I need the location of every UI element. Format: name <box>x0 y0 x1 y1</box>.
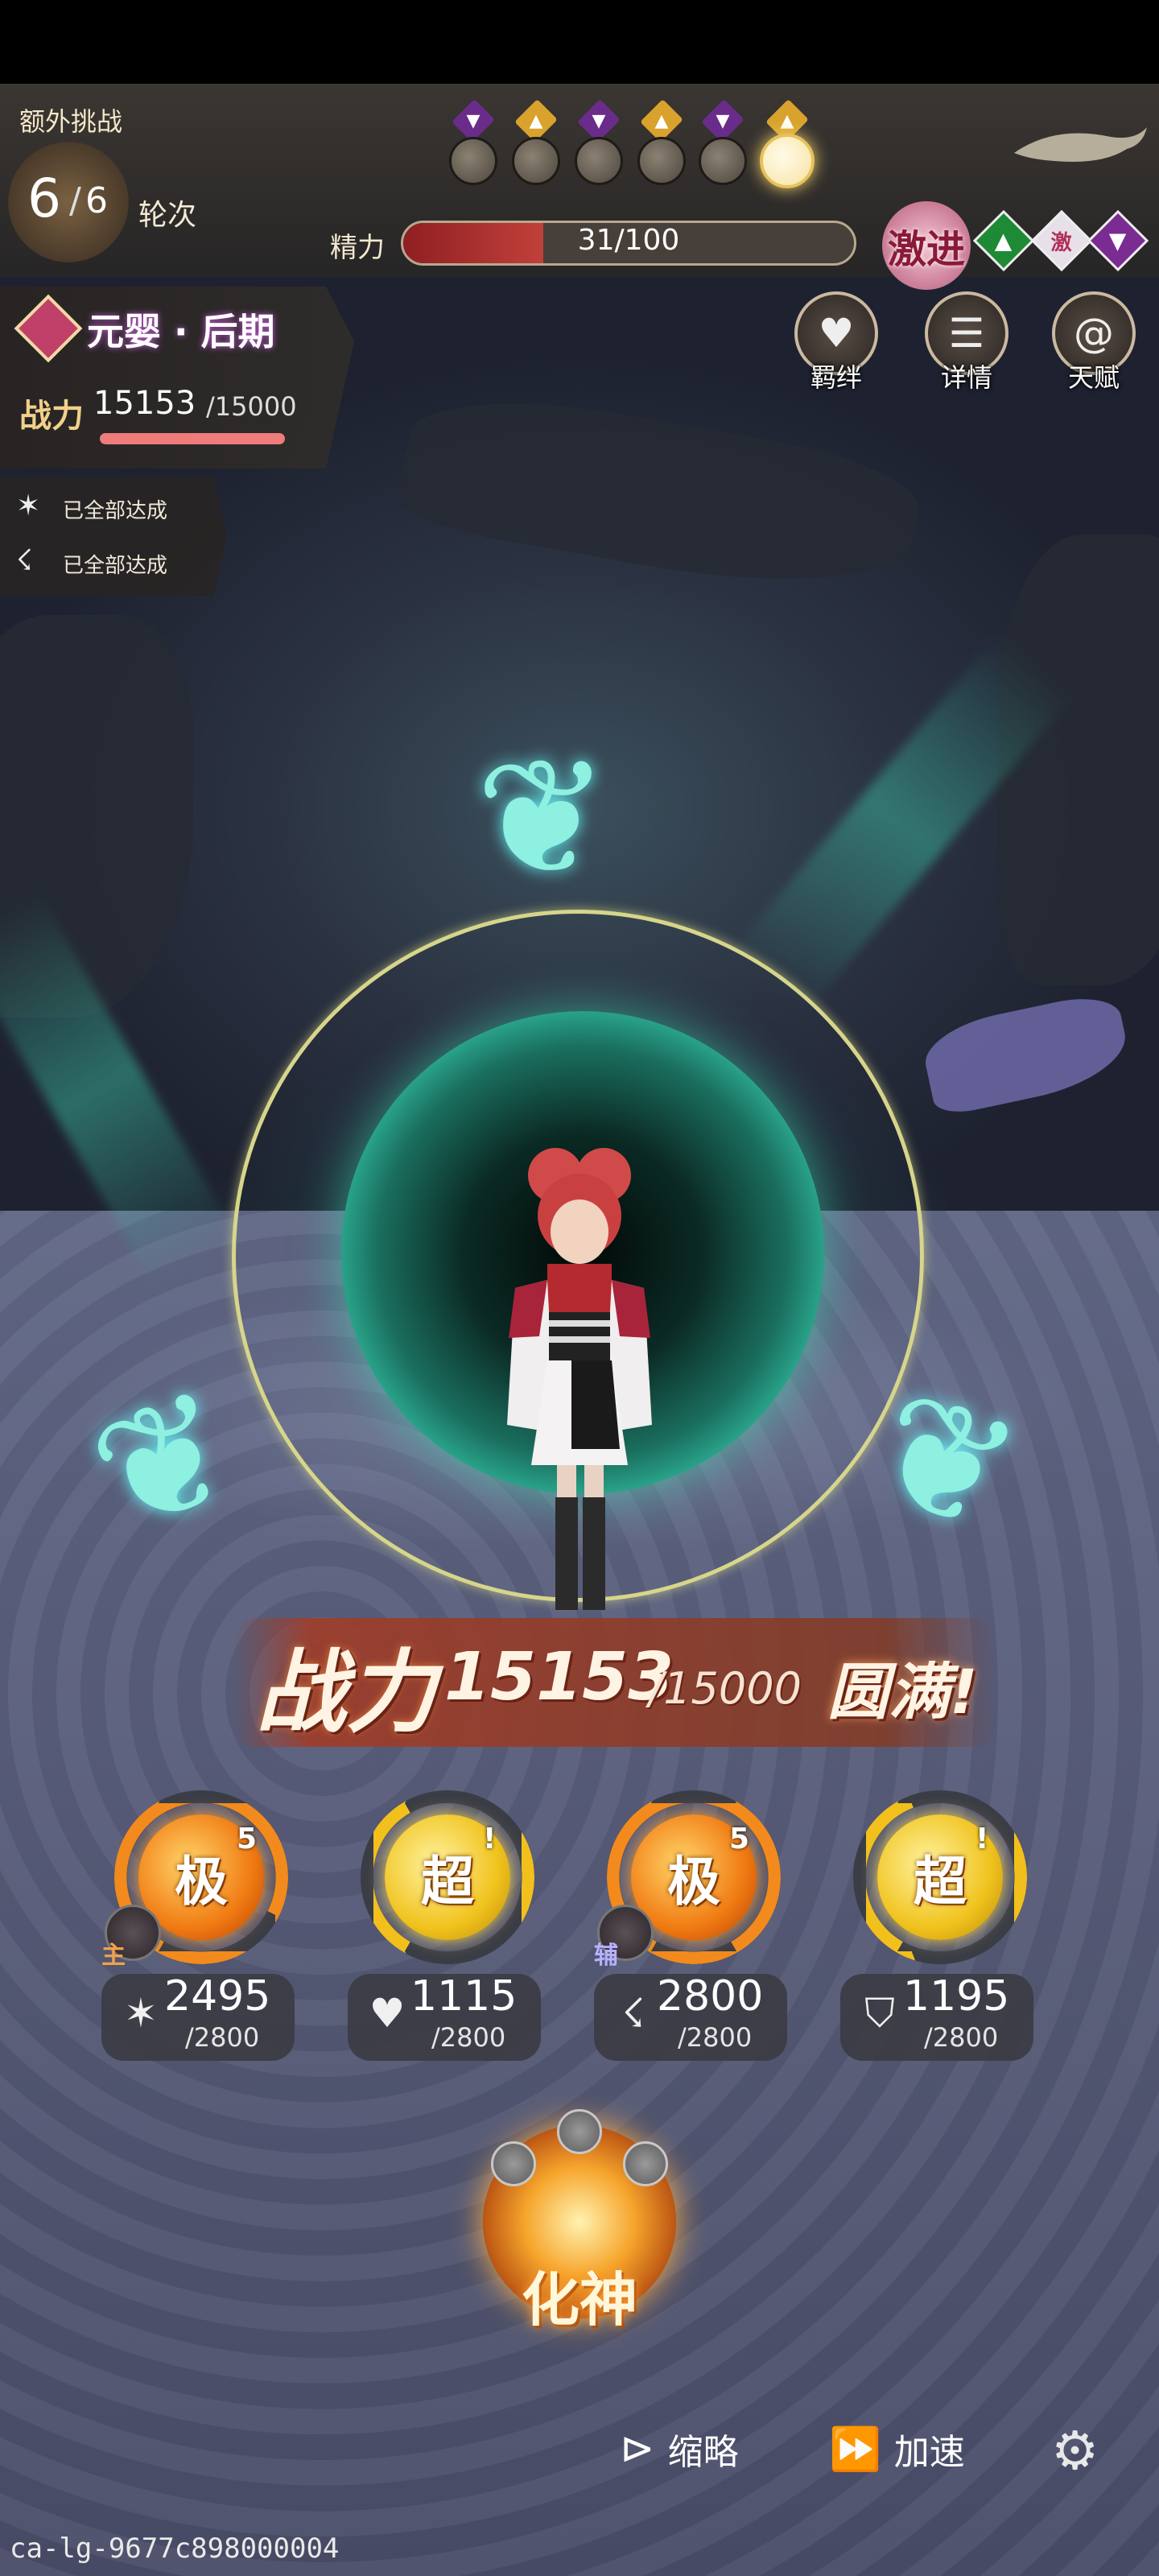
aggressive-mode-button[interactable]: 激进 <box>882 201 971 290</box>
phase-orb <box>760 134 815 188</box>
arrow-down-icon: ▼ <box>577 99 621 142</box>
energy-label: 精力 <box>330 232 385 264</box>
butterfly-icon: ❦ <box>475 724 610 912</box>
floating-rock <box>394 378 926 611</box>
stat-value: 1195 <box>903 1972 1010 2021</box>
arrow-down-icon: ▼ <box>452 99 495 142</box>
talent-label: 天赋 <box>1067 362 1120 393</box>
heart-icon: ♥ <box>369 1990 406 2037</box>
round-current: 6 <box>27 167 61 229</box>
stat-role-label: 主 <box>101 1942 126 1970</box>
arrow-up-icon: ▲ <box>640 99 683 142</box>
achievement-row: ✶ 已全部达成 <box>16 489 209 528</box>
phase-node: ▲ <box>760 99 815 188</box>
crystal-rock <box>918 989 1134 1118</box>
round-total: 6 <box>85 180 108 221</box>
transform-button[interactable]: 化神 <box>467 2109 692 2334</box>
phase-node: ▼ <box>697 99 749 185</box>
skip-label: 缩略 <box>667 2432 739 2473</box>
whale-icon <box>1014 127 1147 162</box>
bond-label: 羁绊 <box>810 362 862 393</box>
power-label: 战力 <box>19 398 84 435</box>
stat-cap: /2800 <box>431 2022 506 2053</box>
swirl-icon <box>623 2141 668 2186</box>
skip-button[interactable]: ⊳ 缩略 <box>620 2423 739 2475</box>
stat-vitality[interactable]: 超 ! ♥ 1115 /2800 <box>348 1790 541 2064</box>
detail-button[interactable]: ☰ 详情 <box>922 291 1011 396</box>
banner-power-cap: /15000 <box>649 1663 802 1714</box>
stat-attack[interactable]: 极 5 主 ✶ 2495 /2800 <box>101 1790 295 2064</box>
energy-value: 31/100 <box>577 224 680 257</box>
phase-orb <box>449 137 497 185</box>
gear-icon[interactable]: ⚙ <box>1051 2420 1099 2482</box>
arrow-down-icon: ▼ <box>701 99 744 142</box>
stat-cap: /2800 <box>924 2022 999 2053</box>
achievement-row: ☇ 已全部达成 <box>16 544 209 583</box>
swirl-icon <box>491 2141 536 2186</box>
stat-grade-level: 5 <box>237 1823 258 1856</box>
claw-icon: ✶ <box>124 1990 158 2037</box>
stat-cap: /2800 <box>185 2022 260 2053</box>
power-progress-bar <box>100 433 285 444</box>
banner-status: 圆满! <box>827 1656 978 1728</box>
fast-forward-icon: ⏩ <box>829 2425 881 2474</box>
stat-value: 2800 <box>657 1972 764 2021</box>
stat-grade-level: ! <box>975 1823 989 1856</box>
phase-node: ▲ <box>510 99 562 185</box>
achievement-text: 已全部达成 <box>63 553 168 578</box>
power-value: 15153 <box>93 385 196 422</box>
bond-button[interactable]: ♥ 羁绊 <box>792 291 881 396</box>
banner-power-label: 战力 <box>256 1641 436 1745</box>
stat-defense[interactable]: 超 ! ⛉ 1195 /2800 <box>840 1790 1033 2064</box>
stat-cap: /2800 <box>678 2022 753 2053</box>
play-skip-icon: ⊳ <box>620 2425 655 2473</box>
claw-icon: ✶ <box>16 489 41 522</box>
banner-power-value: 15153 <box>444 1639 674 1715</box>
shield-icon: ⛉ <box>864 1990 895 2037</box>
stat-grade-level: ! <box>483 1823 497 1856</box>
character-sprite[interactable] <box>491 1127 668 1642</box>
phase-orb <box>512 137 560 185</box>
swirl-icon <box>557 2109 602 2154</box>
speed-button[interactable]: ⏩ 加速 <box>829 2423 965 2475</box>
round-label: 轮次 <box>138 199 197 232</box>
round-separator: / <box>69 180 81 221</box>
build-id: ca-lg-9677c898000004 <box>10 2533 340 2565</box>
phase-node: ▼ <box>573 99 625 185</box>
achievement-text: 已全部达成 <box>63 498 168 523</box>
floating-rock <box>998 535 1159 985</box>
power-cap: /15000 <box>206 391 297 422</box>
phase-orb <box>699 137 747 185</box>
foot-icon: ☇ <box>621 1990 645 2037</box>
talent-button[interactable]: @ 天赋 <box>1050 291 1138 396</box>
speed-label: 加速 <box>893 2432 965 2473</box>
stat-value: 2495 <box>164 1972 271 2021</box>
stat-role-label: 辅 <box>594 1942 618 1970</box>
phase-orb <box>575 137 623 185</box>
phase-node: ▲ <box>636 99 687 185</box>
stat-grade-level: 5 <box>729 1823 750 1856</box>
realm-name: 元婴 · 后期 <box>87 310 275 353</box>
phase-orb <box>637 137 686 185</box>
foot-icon: ☇ <box>16 544 33 577</box>
round-disc <box>8 142 129 262</box>
challenge-title: 额外挑战 <box>19 106 123 137</box>
arrow-up-icon: ▲ <box>514 99 558 142</box>
transform-label: 化神 <box>521 2266 637 2334</box>
detail-label: 详情 <box>940 362 992 393</box>
stat-value: 1115 <box>410 1972 518 2021</box>
phase-node: ▼ <box>448 99 499 185</box>
stat-speed[interactable]: 极 5 辅 ☇ 2800 /2800 <box>594 1790 787 2064</box>
